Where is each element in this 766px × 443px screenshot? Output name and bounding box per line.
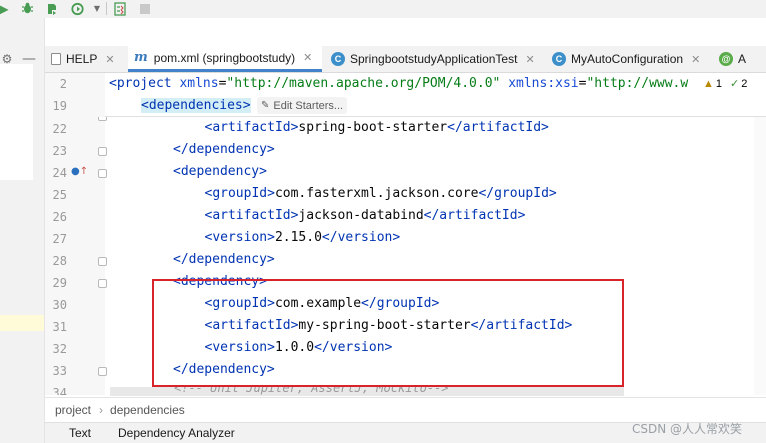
warning-icon: ▲: [703, 77, 714, 90]
project-tree-selection: [0, 315, 44, 331]
close-icon[interactable]: ✕: [303, 51, 312, 64]
line-number: 22: [52, 122, 67, 136]
code-line[interactable]: <dependency>: [173, 164, 267, 179]
toolbar-separator: [106, 2, 107, 15]
pencil-icon: ✎: [261, 100, 270, 111]
edit-starters-button[interactable]: ✎ Edit Starters...: [257, 97, 348, 114]
main-toolbar: ▶ ▼: [0, 0, 766, 18]
code-line[interactable]: <artifactId>spring-boot-starter</artifac…: [205, 120, 549, 135]
line-number: 27: [52, 232, 67, 246]
code-line[interactable]: <groupId>com.fasterxml.jackson.core</gro…: [205, 186, 557, 201]
code-line[interactable]: <artifactId>jackson-databind</artifactId…: [205, 208, 526, 223]
close-icon[interactable]: ✕: [105, 53, 114, 66]
coverage-icon[interactable]: [44, 1, 60, 16]
fold-marker[interactable]: [98, 279, 107, 288]
profile-icon[interactable]: [70, 1, 86, 16]
build-icon[interactable]: [113, 1, 127, 16]
line-number: 24: [52, 166, 67, 180]
close-icon[interactable]: ✕: [691, 53, 700, 66]
tab-springbootstudy-test[interactable]: C SpringbootstudyApplicationTest ✕: [329, 46, 547, 72]
comment-line-partial: <!-- Unit Jupiter, AssertJ, Mockito-->: [110, 387, 624, 396]
line-number: 32: [52, 342, 67, 356]
tab-label: A: [738, 52, 747, 66]
line-number: 30: [52, 298, 67, 312]
tab-label: pom.xml (springbootstudy): [153, 50, 296, 65]
code-line[interactable]: <version>2.15.0</version>: [205, 230, 401, 245]
editor-tab-bar: HELP ✕ m pom.xml (springbootstudy) ✕ C S…: [45, 46, 766, 73]
override-marker-icon[interactable]: ●↑: [71, 166, 88, 177]
code-line[interactable]: </dependency>: [173, 252, 275, 267]
code-line[interactable]: </dependency>: [173, 142, 275, 157]
line-number: 34: [52, 386, 67, 395]
fold-marker[interactable]: [98, 147, 107, 156]
fold-marker[interactable]: [98, 257, 107, 266]
debug-icon[interactable]: [20, 1, 34, 16]
line-number: 28: [52, 254, 67, 268]
breadcrumb: project › dependencies: [45, 397, 766, 422]
line-number: 29: [52, 276, 67, 290]
tab-my-auto-configuration[interactable]: C MyAutoConfiguration ✕: [550, 46, 713, 72]
tab-help[interactable]: HELP ✕: [51, 46, 125, 72]
dependencies-tag-line[interactable]: <dependencies>: [141, 98, 251, 113]
stop-icon[interactable]: [139, 1, 151, 16]
line-number: 25: [52, 188, 67, 202]
run-icon[interactable]: ▶: [0, 1, 10, 16]
class-icon: C: [331, 52, 345, 66]
line-number: 26: [52, 210, 67, 224]
sticky-lines: 2 19 <project xmlns="http://maven.apache…: [45, 73, 766, 117]
breadcrumb-item-dependencies[interactable]: dependencies: [103, 403, 185, 417]
class-icon: C: [552, 52, 566, 66]
tab-label: HELP: [66, 52, 98, 66]
line-number: 19: [52, 99, 67, 113]
vertical-scrollbar[interactable]: [754, 117, 766, 395]
line-number: 33: [52, 364, 67, 378]
help-file-icon: [51, 53, 61, 65]
highlight-annotation-box: [152, 279, 624, 387]
line-number: 31: [52, 320, 67, 334]
warning-count: 1: [715, 77, 723, 90]
check-icon: ✓: [730, 78, 740, 90]
close-icon[interactable]: ✕: [525, 53, 534, 66]
inspection-widget[interactable]: ▲ 1 ✓ 2: [703, 77, 748, 91]
tab-annotation[interactable]: @ A: [717, 46, 766, 72]
tab-pom-xml[interactable]: m pom.xml (springbootstudy) ✕: [128, 46, 322, 72]
line-number: 2: [59, 77, 67, 91]
annotation-icon: @: [719, 52, 733, 66]
fold-marker[interactable]: [98, 169, 107, 178]
line-number: 23: [52, 144, 67, 158]
comment-text: <!-- Unit Jupiter, AssertJ, Mockito-->: [174, 387, 449, 395]
breadcrumb-separator: ›: [99, 403, 104, 417]
check-count: 2: [741, 77, 748, 90]
tab-label: MyAutoConfiguration: [571, 52, 684, 66]
project-tree-panel: [0, 64, 33, 180]
edit-starters-label: Edit Starters...: [273, 99, 344, 112]
breadcrumb-item-project[interactable]: project: [45, 403, 91, 417]
watermark: CSDN @人人常欢笑: [632, 422, 743, 436]
dropdown-icon[interactable]: ▼: [92, 1, 102, 16]
tab-dependency-analyzer[interactable]: Dependency Analyzer: [91, 426, 235, 440]
tab-label: SpringbootstudyApplicationTest: [350, 52, 518, 66]
fold-marker[interactable]: [98, 367, 107, 376]
project-tool-strip: ⚙ —: [0, 18, 45, 443]
fold-marker[interactable]: [98, 117, 107, 121]
maven-icon: m: [134, 50, 148, 65]
tab-text[interactable]: Text: [45, 426, 91, 440]
project-tag-line[interactable]: <project xmlns="http://maven.apache.org/…: [109, 76, 688, 91]
